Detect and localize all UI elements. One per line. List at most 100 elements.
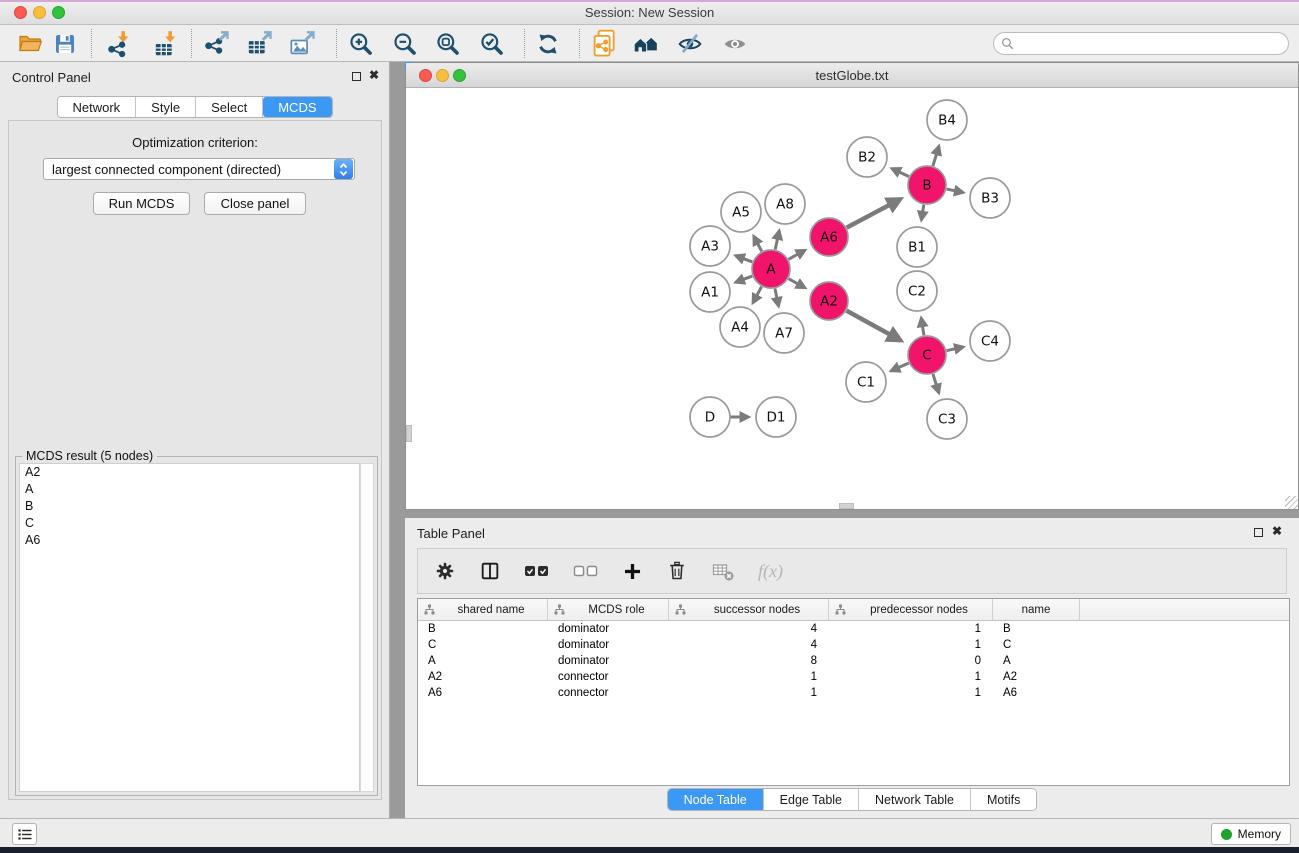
hide-panels-button[interactable]: [674, 28, 706, 59]
edge-C-C3[interactable]: [933, 374, 939, 393]
edge-C-C4[interactable]: [947, 347, 964, 351]
home-layout-button[interactable]: [630, 28, 662, 59]
search-input[interactable]: [1018, 34, 1288, 53]
node-A1[interactable]: A1: [690, 272, 730, 312]
node-B[interactable]: B: [908, 166, 946, 204]
tab-network-table[interactable]: Network Table: [859, 789, 971, 810]
edge-A-A8[interactable]: [775, 231, 779, 250]
node-A5[interactable]: A5: [721, 192, 761, 232]
node-B4[interactable]: B4: [927, 100, 967, 140]
result-item[interactable]: A6: [20, 532, 359, 549]
node-A4[interactable]: A4: [720, 307, 760, 347]
node-C[interactable]: C: [908, 336, 946, 374]
add-row-button[interactable]: [622, 561, 643, 582]
column-header-mcds-role[interactable]: MCDS role: [548, 599, 669, 620]
export-image-button[interactable]: [287, 28, 319, 59]
float-panel-button[interactable]: [352, 72, 361, 81]
edge-A-A2[interactable]: [789, 279, 805, 288]
network-graph[interactable]: B4 B2 B B3 A8A5 A6 A3 B1 A A1 C2 A2 A4A7 C4 C C1 C3 D D1: [406, 88, 1298, 509]
tab-select[interactable]: Select: [196, 97, 263, 117]
edge-B-B4[interactable]: [933, 146, 939, 166]
export-network-button[interactable]: [201, 28, 233, 59]
node-A3[interactable]: A3: [690, 226, 730, 266]
tab-edge-table[interactable]: Edge Table: [764, 789, 859, 810]
node-B3[interactable]: B3: [970, 178, 1010, 218]
node-B1[interactable]: B1: [897, 227, 937, 267]
task-history-button[interactable]: [12, 823, 37, 845]
function-builder-button[interactable]: f(x): [758, 561, 783, 582]
node-C3[interactable]: C3: [927, 399, 967, 439]
edge-C-C2[interactable]: [921, 318, 924, 335]
result-item[interactable]: C: [20, 515, 359, 532]
memory-button[interactable]: Memory: [1211, 823, 1291, 845]
node-A2[interactable]: A2: [810, 282, 848, 320]
open-session-button[interactable]: [14, 28, 46, 59]
tab-motifs[interactable]: Motifs: [971, 789, 1036, 810]
column-header-predecessor-nodes[interactable]: predecessor nodes: [829, 599, 993, 620]
mcds-result-list[interactable]: A2ABCA6: [19, 463, 360, 792]
node-C2[interactable]: C2: [897, 271, 937, 311]
horizontal-scroll-stub[interactable]: [839, 503, 854, 509]
node-A7[interactable]: A7: [764, 313, 804, 353]
search-field[interactable]: [993, 32, 1289, 55]
zoom-fit-button[interactable]: [432, 28, 464, 59]
edge-B-B1[interactable]: [921, 205, 923, 220]
edge-A-A7[interactable]: [775, 289, 779, 307]
edge-C-C1[interactable]: [891, 363, 909, 371]
node-C1[interactable]: C1: [846, 362, 886, 402]
edge-A2-C[interactable]: [847, 311, 901, 341]
vertical-scroll-stub[interactable]: [406, 425, 412, 442]
edge-A-A3[interactable]: [736, 256, 753, 262]
import-table-button[interactable]: [151, 28, 183, 59]
edge-A-A6[interactable]: [789, 250, 805, 259]
tab-style[interactable]: Style: [136, 97, 196, 117]
table-row[interactable]: A2connector11A2: [418, 669, 1289, 685]
node-D[interactable]: D: [690, 397, 730, 437]
edge-A-A4[interactable]: [753, 287, 762, 303]
new-network-from-file-button[interactable]: [589, 28, 621, 59]
show-panels-button[interactable]: [719, 28, 751, 59]
result-item[interactable]: A2: [20, 464, 359, 481]
column-header-shared-name[interactable]: shared name: [418, 599, 548, 620]
node-B2[interactable]: B2: [847, 137, 887, 177]
table-row[interactable]: Cdominator41C: [418, 637, 1289, 653]
show-columns-button[interactable]: [479, 560, 501, 582]
criterion-select[interactable]: largest connected component (directed): [43, 158, 355, 180]
column-header-successor-nodes[interactable]: successor nodes: [669, 599, 829, 620]
table-row[interactable]: Adominator80A: [418, 653, 1289, 669]
result-item[interactable]: A: [20, 481, 359, 498]
save-session-button[interactable]: [49, 28, 81, 59]
attributes-gear-button[interactable]: [434, 560, 456, 582]
resize-grip[interactable]: [1285, 496, 1298, 509]
node-D1[interactable]: D1: [756, 397, 796, 437]
result-list-scrollbar[interactable]: [360, 463, 374, 792]
export-table-button[interactable]: [244, 28, 276, 59]
delete-row-button[interactable]: [666, 560, 688, 582]
close-panel-button-inner[interactable]: Close panel: [204, 192, 306, 215]
edge-A6-B[interactable]: [847, 199, 901, 228]
select-all-button[interactable]: [524, 563, 550, 579]
network-canvas[interactable]: B4 B2 B B3 A8A5 A6 A3 B1 A A1 C2 A2 A4A7 C4 C C1 C3 D D1: [406, 88, 1298, 509]
table-row[interactable]: A6connector11A6: [418, 685, 1289, 701]
zoom-in-button[interactable]: [345, 28, 377, 59]
tab-node-table[interactable]: Node Table: [668, 789, 764, 810]
run-mcds-button[interactable]: Run MCDS: [93, 192, 190, 215]
node-A6[interactable]: A6: [810, 218, 848, 256]
close-panel-button[interactable]: ✖: [369, 68, 379, 82]
column-header-name[interactable]: name: [993, 599, 1080, 620]
unselect-all-button[interactable]: [573, 563, 599, 579]
table-row[interactable]: Bdominator41B: [418, 621, 1289, 637]
float-table-panel-button[interactable]: [1254, 528, 1263, 537]
close-table-panel-button[interactable]: ✖: [1272, 524, 1282, 538]
node-C4[interactable]: C4: [970, 321, 1010, 361]
edge-A-A5[interactable]: [754, 236, 762, 251]
node-A[interactable]: A: [752, 250, 790, 288]
edge-B-B3[interactable]: [947, 189, 964, 192]
import-network-button[interactable]: [104, 28, 136, 59]
edge-A-A1[interactable]: [736, 276, 753, 282]
node-A8[interactable]: A8: [765, 184, 805, 224]
network-window-titlebar[interactable]: testGlobe.txt: [406, 63, 1298, 88]
zoom-out-button[interactable]: [389, 28, 421, 59]
tab-network[interactable]: Network: [57, 97, 136, 117]
refresh-layout-button[interactable]: [532, 28, 564, 59]
